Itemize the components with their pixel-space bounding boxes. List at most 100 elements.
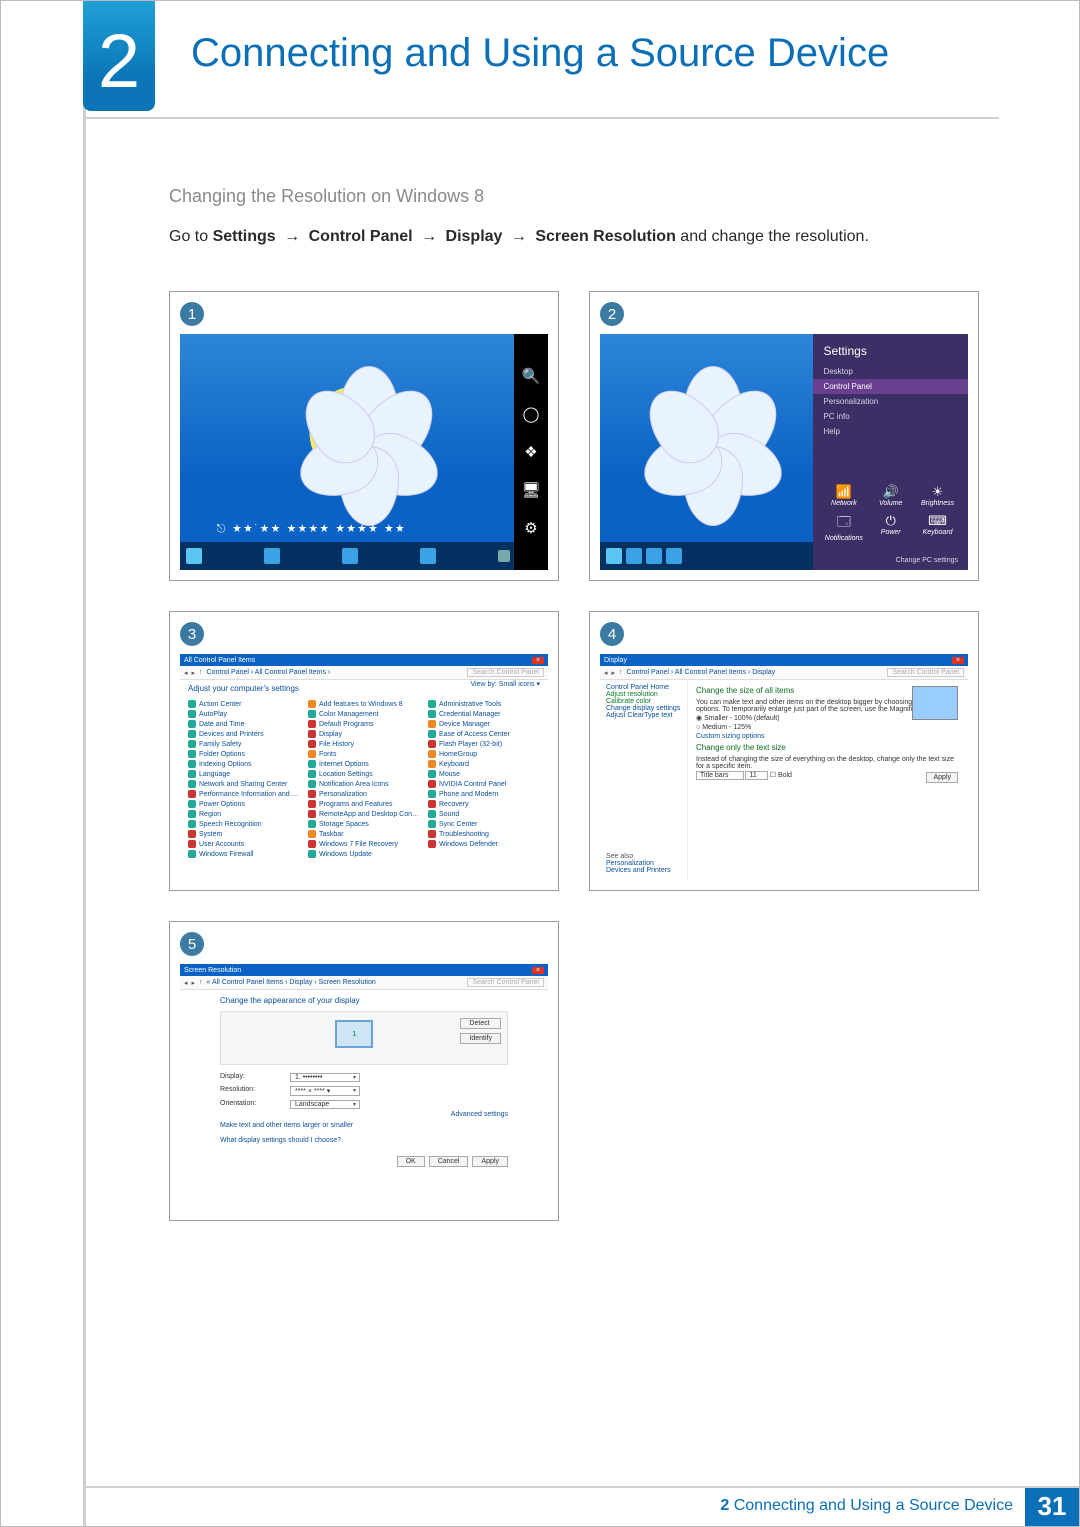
address-bar[interactable]: ◂ ▸ ↑ « All Control Panel Items › Displa… xyxy=(180,976,548,990)
control-panel-item[interactable]: Add features to Windows 8 xyxy=(308,699,420,709)
monitor-layout-area[interactable]: 1 Detect Identify xyxy=(220,1011,508,1065)
address-bar[interactable]: ◂ ▸ ↑ Control Panel › All Control Panel … xyxy=(600,666,968,680)
nav-back-icon[interactable]: ◂ xyxy=(184,979,188,987)
tray-icon[interactable] xyxy=(498,550,510,562)
address-bar[interactable]: ◂ ▸ ↑ Control Panel › All Control Panel … xyxy=(180,666,548,680)
window-titlebar[interactable]: Screen Resolution × xyxy=(180,964,548,976)
cancel-button[interactable]: Cancel xyxy=(429,1156,469,1167)
control-panel-item[interactable]: Sound xyxy=(428,809,540,819)
control-panel-item[interactable]: HomeGroup xyxy=(428,749,540,759)
control-panel-item[interactable]: RemoteApp and Desktop Connections xyxy=(308,809,420,819)
control-panel-item[interactable]: Indexing Options xyxy=(188,759,300,769)
advanced-settings-link[interactable]: Advanced settings xyxy=(220,1111,508,1118)
control-panel-item[interactable]: Troubleshooting xyxy=(428,829,540,839)
power-icon[interactable]: ⏻Power xyxy=(870,513,911,542)
breadcrumb[interactable]: « All Control Panel Items › Display › Sc… xyxy=(207,979,376,986)
control-panel-home-link[interactable]: Control Panel Home xyxy=(606,684,681,691)
volume-icon[interactable]: 🔊Volume xyxy=(870,484,911,507)
control-panel-item[interactable]: Action Center xyxy=(188,699,300,709)
what-settings-link[interactable]: What display settings should I choose? xyxy=(220,1133,508,1148)
control-panel-item[interactable]: Display xyxy=(308,729,420,739)
calibrate-color-link[interactable]: Calibrate color xyxy=(606,698,681,705)
control-panel-item[interactable]: Network and Sharing Center xyxy=(188,779,300,789)
control-panel-item[interactable]: Programs and Features xyxy=(308,799,420,809)
display-select[interactable]: 1. •••••••• xyxy=(290,1073,360,1082)
control-panel-item[interactable]: Windows Update xyxy=(308,849,420,859)
taskbar-app-icon[interactable] xyxy=(626,548,642,564)
control-panel-item[interactable]: Family Safety xyxy=(188,739,300,749)
notifications-icon[interactable]: 🗔Notifications xyxy=(823,513,864,542)
brightness-icon[interactable]: ☀Brightness xyxy=(917,484,958,507)
close-icon[interactable]: × xyxy=(532,967,544,974)
control-panel-item[interactable]: Folder Options xyxy=(188,749,300,759)
apply-button[interactable]: Apply xyxy=(472,1156,508,1167)
control-panel-item[interactable]: Language xyxy=(188,769,300,779)
nav-back-icon[interactable]: ◂ xyxy=(604,669,608,677)
control-panel-item[interactable]: Power Options xyxy=(188,799,300,809)
size-option-medium[interactable]: ○ Medium - 125% xyxy=(696,723,960,732)
nav-up-icon[interactable]: ↑ xyxy=(619,669,623,676)
control-panel-item[interactable]: Mouse xyxy=(428,769,540,779)
taskbar-app-icon[interactable] xyxy=(666,548,682,564)
start-button-icon[interactable] xyxy=(186,548,202,564)
nav-fwd-icon[interactable]: ▸ xyxy=(192,669,196,677)
nav-fwd-icon[interactable]: ▸ xyxy=(612,669,616,677)
keyboard-icon[interactable]: ⌨Keyboard xyxy=(917,513,958,542)
control-panel-item[interactable]: Region xyxy=(188,809,300,819)
control-panel-item[interactable]: Taskbar xyxy=(308,829,420,839)
apply-button[interactable]: Apply xyxy=(926,772,958,783)
network-icon[interactable]: 📶Network xyxy=(823,484,864,507)
taskbar[interactable] xyxy=(180,542,548,570)
taskbar-app-icon[interactable] xyxy=(646,548,662,564)
control-panel-item[interactable]: Personalization xyxy=(308,789,420,799)
monitor-1-icon[interactable]: 1 xyxy=(335,1020,373,1048)
see-also-personalization[interactable]: Personalization xyxy=(606,860,671,867)
control-panel-item[interactable]: Credential Manager xyxy=(428,709,540,719)
control-panel-item[interactable]: Flash Player (32-bit) xyxy=(428,739,540,749)
control-panel-item[interactable]: Speech Recognition xyxy=(188,819,300,829)
share-charm-icon[interactable]: ◯ xyxy=(521,404,541,424)
make-text-larger-link[interactable]: Make text and other items larger or smal… xyxy=(220,1118,508,1133)
search-input[interactable]: Search Control Panel xyxy=(467,978,544,987)
control-panel-item[interactable]: Notification Area Icons xyxy=(308,779,420,789)
window-titlebar[interactable]: Display × xyxy=(600,654,968,666)
control-panel-item[interactable]: Color Management xyxy=(308,709,420,719)
control-panel-item[interactable]: Performance Information and Tools xyxy=(188,789,300,799)
charms-bar[interactable]: 🔍 ◯ ❖ 🖥 ⚙ xyxy=(514,334,548,570)
settings-item-pc-info[interactable]: PC info xyxy=(823,409,958,424)
adjust-cleartype-link[interactable]: Adjust ClearType text xyxy=(606,712,681,719)
breadcrumb[interactable]: Control Panel › All Control Panel Items … xyxy=(627,669,776,676)
control-panel-item[interactable]: Internet Options xyxy=(308,759,420,769)
view-by-selector[interactable]: View by: Small icons ▾ xyxy=(470,680,548,688)
control-panel-item[interactable]: Keyboard xyxy=(428,759,540,769)
text-size-controls[interactable]: Title bars 11 ☐ Bold xyxy=(696,770,960,780)
nav-up-icon[interactable]: ↑ xyxy=(199,669,203,676)
control-panel-item[interactable]: Fonts xyxy=(308,749,420,759)
settings-charm-icon[interactable]: ⚙ xyxy=(521,518,541,538)
control-panel-item[interactable]: Administrative Tools xyxy=(428,699,540,709)
control-panel-item[interactable]: User Accounts xyxy=(188,839,300,849)
control-panel-item[interactable]: Date and Time xyxy=(188,719,300,729)
search-input[interactable]: Search Control Panel xyxy=(887,668,964,677)
close-icon[interactable]: × xyxy=(532,657,544,664)
ok-button[interactable]: OK xyxy=(397,1156,425,1167)
custom-sizing-link[interactable]: Custom sizing options xyxy=(696,732,960,741)
control-panel-item[interactable]: Recovery xyxy=(428,799,540,809)
close-icon[interactable]: × xyxy=(952,657,964,664)
settings-item-help[interactable]: Help xyxy=(823,424,958,439)
change-pc-settings-link[interactable]: Change PC settings xyxy=(896,557,958,564)
start-button-icon[interactable] xyxy=(606,548,622,564)
control-panel-item[interactable]: AutoPlay xyxy=(188,709,300,719)
control-panel-item[interactable]: Devices and Printers xyxy=(188,729,300,739)
nav-fwd-icon[interactable]: ▸ xyxy=(192,979,196,987)
settings-item-personalization[interactable]: Personalization xyxy=(823,394,958,409)
control-panel-item[interactable]: Device Manager xyxy=(428,719,540,729)
control-panel-item[interactable]: Windows 7 File Recovery xyxy=(308,839,420,849)
nav-back-icon[interactable]: ◂ xyxy=(184,669,188,677)
window-titlebar[interactable]: All Control Panel Items × xyxy=(180,654,548,666)
devices-charm-icon[interactable]: 🖥 xyxy=(521,480,541,500)
settings-item-desktop[interactable]: Desktop xyxy=(823,364,958,379)
breadcrumb[interactable]: Control Panel › All Control Panel Items … xyxy=(207,669,331,676)
detect-button[interactable]: Detect xyxy=(460,1018,501,1029)
taskbar-app-icon[interactable] xyxy=(420,548,436,564)
